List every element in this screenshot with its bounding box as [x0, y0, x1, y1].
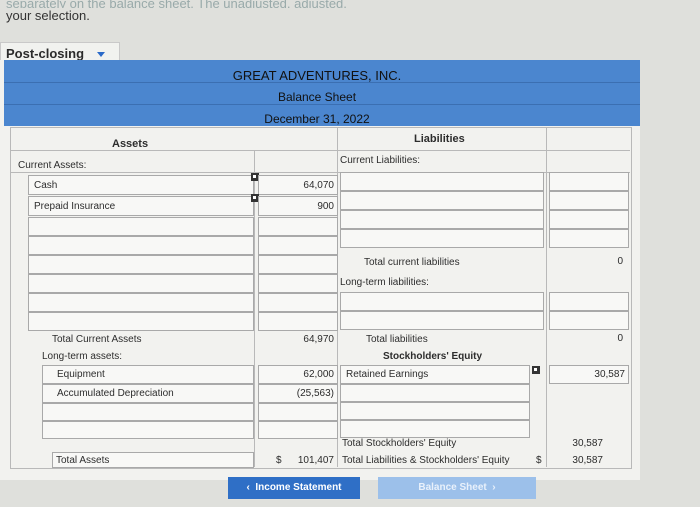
- total-current-liabilities-amount: 0: [617, 256, 623, 267]
- asset-account-input[interactable]: [42, 403, 254, 421]
- chevron-right-icon: ›: [486, 482, 496, 493]
- instructions-text: separately on the balance sheet. The una…: [6, 0, 347, 24]
- equipment-label: Equipment: [57, 369, 105, 380]
- liability-amount-input[interactable]: [549, 191, 629, 210]
- asset-account-input[interactable]: [28, 293, 254, 312]
- current-assets-label: Current Assets:: [18, 160, 87, 171]
- income-statement-button[interactable]: ‹ Income Statement: [228, 477, 360, 499]
- header-divider: [4, 104, 640, 105]
- asset-amount-input[interactable]: [258, 217, 338, 236]
- total-current-assets-amount: 64,970: [303, 334, 334, 345]
- prepaid-label: Prepaid Insurance: [34, 201, 116, 212]
- accum-dep-label: Accumulated Depreciation: [57, 388, 174, 399]
- total-stockholders-equity-amount: 30,587: [572, 438, 603, 449]
- long-term-liabilities-label: Long-term liabilities:: [340, 277, 429, 288]
- total-liabilities-amount: 0: [617, 333, 623, 344]
- total-stockholders-equity-label: Total Stockholders' Equity: [342, 438, 457, 449]
- liability-amount-input[interactable]: [549, 210, 629, 229]
- asset-account-input[interactable]: [28, 312, 254, 331]
- total-liabilities-equity-amount: 30,587: [572, 455, 603, 466]
- company-name: GREAT ADVENTURES, INC.: [232, 68, 402, 83]
- statement-title: Balance Sheet: [277, 90, 357, 104]
- asset-amount-input[interactable]: [258, 274, 338, 293]
- total-assets-label: Total Assets: [56, 455, 110, 466]
- statement-date: December 31, 2022: [264, 112, 370, 126]
- cash-amount: 64,070: [303, 180, 334, 191]
- income-statement-label: Income Statement: [255, 482, 342, 493]
- instructions-line-1: separately on the balance sheet. The una…: [6, 0, 347, 8]
- total-liabilities-label: Total liabilities: [366, 334, 428, 345]
- dropdown-flag-icon[interactable]: [532, 366, 540, 374]
- accum-dep-amount: (25,563): [296, 388, 334, 399]
- equity-account-input[interactable]: [340, 420, 530, 438]
- balance-sheet-label: Balance Sheet: [418, 482, 487, 493]
- retained-earnings-amount: 30,587: [594, 369, 625, 380]
- liability-amount-input[interactable]: [549, 172, 629, 191]
- retained-earnings-label: Retained Earnings: [346, 369, 429, 380]
- column-divider: [546, 127, 547, 467]
- cash-account-input[interactable]: [28, 175, 254, 195]
- equity-account-input[interactable]: [340, 384, 530, 402]
- chevron-down-icon: [97, 52, 105, 57]
- asset-account-input[interactable]: [28, 274, 254, 293]
- liability-amount-input[interactable]: [549, 311, 629, 330]
- liability-account-input[interactable]: [340, 311, 544, 330]
- long-term-assets-label: Long-term assets:: [42, 351, 123, 362]
- asset-account-input[interactable]: [28, 236, 254, 255]
- liability-account-input[interactable]: [340, 172, 544, 191]
- asset-amount-input[interactable]: [258, 421, 338, 439]
- asset-amount-input[interactable]: [258, 255, 338, 274]
- asset-amount-input[interactable]: [258, 403, 338, 421]
- asset-account-input[interactable]: [42, 421, 254, 439]
- assets-header: Assets: [112, 138, 149, 150]
- liabilities-header: Liabilities: [414, 133, 465, 145]
- asset-amount-input[interactable]: [258, 236, 338, 255]
- total-current-liabilities-label: Total current liabilities: [364, 257, 460, 268]
- asset-account-input[interactable]: [28, 255, 254, 274]
- total-liabilities-equity-dollar-sign: $: [536, 455, 542, 466]
- asset-amount-input[interactable]: [258, 293, 338, 312]
- liability-account-input[interactable]: [340, 292, 544, 311]
- liability-account-input[interactable]: [340, 191, 544, 210]
- cash-label: Cash: [34, 180, 58, 191]
- equity-account-input[interactable]: [340, 402, 530, 420]
- total-current-assets-label: Total Current Assets: [52, 334, 142, 345]
- liability-amount-input[interactable]: [549, 292, 629, 311]
- balance-sheet-button: Balance Sheet ›: [378, 477, 536, 499]
- liability-account-input[interactable]: [340, 229, 544, 248]
- current-liabilities-label: Current Liabilities:: [340, 155, 421, 166]
- asset-amount-input[interactable]: [258, 312, 338, 331]
- stockholders-equity-header: Stockholders' Equity: [383, 351, 483, 362]
- liability-account-input[interactable]: [340, 210, 544, 229]
- equipment-amount: 62,000: [303, 369, 334, 380]
- row-divider: [10, 150, 630, 151]
- instructions-line-2: your selection.: [6, 8, 90, 23]
- total-assets-amount: 101,407: [297, 455, 334, 466]
- prepaid-amount: 900: [317, 201, 334, 212]
- total-liabilities-equity-label: Total Liabilities & Stockholders' Equity: [342, 455, 510, 466]
- asset-account-input[interactable]: [28, 217, 254, 236]
- liability-amount-input[interactable]: [549, 229, 629, 248]
